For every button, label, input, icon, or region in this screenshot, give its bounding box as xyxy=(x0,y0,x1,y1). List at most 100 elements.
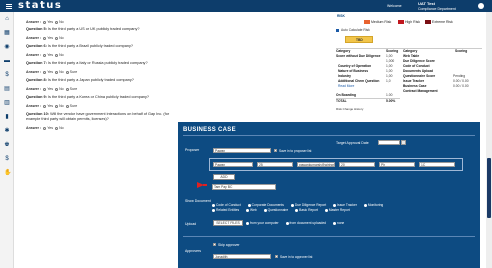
user-name[interactable]: UAT Test xyxy=(418,2,435,6)
select-files-button[interactable]: SELECT FILES xyxy=(213,220,243,226)
question-10-line-2: example third party will obtain permits,… xyxy=(26,117,109,121)
gear-icon[interactable]: ✱ xyxy=(4,128,10,134)
folder-icon[interactable]: ▬ xyxy=(4,58,10,64)
eye-icon[interactable]: ◉ xyxy=(4,44,10,50)
welcome-text: Welcome xyxy=(387,4,402,8)
legend-extreme-swatch xyxy=(425,20,431,24)
option-radio[interactable] xyxy=(333,203,337,207)
approver-select[interactable]: Jonadith xyxy=(213,254,271,259)
show-options-row-1: Code of Conduct Corporate Documents Due … xyxy=(212,203,389,207)
save-approver-checkbox[interactable] xyxy=(275,255,278,258)
approvers-label: Approvers xyxy=(185,249,201,253)
add-button[interactable]: ADD xyxy=(213,174,235,180)
option-radio[interactable] xyxy=(212,203,215,207)
proposer-label: Proposer xyxy=(185,148,200,152)
upload-radio[interactable] xyxy=(246,221,249,225)
option-radio[interactable] xyxy=(295,208,299,212)
radio-yes[interactable] xyxy=(43,53,47,57)
proposer-select[interactable]: Pawan xyxy=(213,148,271,153)
pointer-arrow-icon xyxy=(197,182,207,188)
legend-medium-swatch xyxy=(364,20,370,24)
question-9: Question 9: Is the third party a Korea o… xyxy=(26,95,150,99)
calendar-icon[interactable] xyxy=(401,140,406,145)
option-radio[interactable] xyxy=(247,203,251,207)
users-check-icon[interactable]: ♚ xyxy=(4,142,10,148)
radio-yes[interactable] xyxy=(43,36,47,40)
payer-select[interactable]: Tam Pay BC xyxy=(212,184,276,190)
risk-title: RISK xyxy=(337,14,345,18)
field-2[interactable]: 25 xyxy=(257,162,293,167)
menu-icon[interactable] xyxy=(6,4,12,9)
answer-row: Answer : Yes No xyxy=(26,126,64,130)
show-document-label: Show Document xyxy=(185,199,211,203)
chart-icon[interactable]: ▮ xyxy=(4,114,10,120)
radio-sure[interactable] xyxy=(65,87,69,91)
dollar-icon[interactable]: $ xyxy=(4,72,10,78)
radio-no[interactable] xyxy=(55,36,59,40)
radio-yes[interactable] xyxy=(43,87,47,91)
home-icon[interactable]: ⌂ xyxy=(4,16,10,22)
total-value: 5.00% xyxy=(386,99,396,103)
radio-no[interactable] xyxy=(55,104,59,108)
answer-row: Answer : Yes No Sure xyxy=(26,70,78,74)
grid-icon[interactable]: ▦ xyxy=(4,30,10,36)
score-row-label: Contract Management xyxy=(403,89,438,93)
radio-no[interactable] xyxy=(55,87,59,91)
radio-yes[interactable] xyxy=(43,104,47,108)
email-field[interactable]: pawankumarsh@wirings xyxy=(297,162,335,167)
radio-sure[interactable] xyxy=(65,70,69,74)
sidebar xyxy=(0,12,14,268)
skip-approver-checkbox[interactable] xyxy=(213,243,216,246)
total-label: TOTAL xyxy=(336,99,347,103)
option-radio[interactable] xyxy=(290,203,294,207)
divider xyxy=(183,135,475,136)
answer-row: Answer : Yes No xyxy=(26,36,64,40)
radio-no[interactable] xyxy=(55,53,59,57)
answer-row: Answer : Yes No xyxy=(26,20,64,24)
question-8: Question 8: Is the third party a Japan p… xyxy=(26,78,134,82)
dollar-list-icon[interactable]: $ xyxy=(4,156,10,162)
read-more-link[interactable]: Read More xyxy=(338,84,354,89)
upload-radio[interactable] xyxy=(285,221,289,225)
radio-yes[interactable] xyxy=(43,70,47,74)
answer-row: Answer : Yes No xyxy=(26,53,64,57)
building-icon[interactable]: ▥ xyxy=(4,100,10,106)
name-field[interactable]: Pawan xyxy=(213,162,253,167)
radio-no[interactable] xyxy=(55,20,59,24)
save-proposer-checkbox[interactable] xyxy=(274,149,277,152)
option-radio[interactable] xyxy=(246,208,250,212)
skip-approver-label: Skip approver xyxy=(218,243,240,247)
answer-row: Answer : Yes No Sure xyxy=(26,87,78,91)
scrollbar-thumb[interactable] xyxy=(487,158,491,218)
option-radio[interactable] xyxy=(263,208,267,212)
auto-calc-checkbox[interactable] xyxy=(336,29,339,32)
radio-sure[interactable] xyxy=(65,104,69,108)
risk-history-link[interactable]: Risk Change History xyxy=(336,107,363,112)
hand-icon[interactable]: ✋ xyxy=(4,170,11,176)
show-options-row-2: Related Entities Web Questionnaire Basic… xyxy=(212,208,356,212)
radio-no[interactable] xyxy=(55,70,59,74)
legend-medium: Medium Risk xyxy=(371,20,392,24)
option-radio[interactable] xyxy=(212,208,215,212)
save-proposer-label: Save in to proposer list xyxy=(279,149,312,153)
upload-radio[interactable] xyxy=(332,221,336,225)
radio-yes[interactable] xyxy=(43,20,47,24)
field-6[interactable]: 1C xyxy=(419,162,455,167)
question-6: Question 6: Is the third party a Brazil … xyxy=(26,44,134,48)
option-radio[interactable] xyxy=(363,203,367,207)
question-10: Question 10: Will the vendor have govern… xyxy=(26,112,170,116)
scrollbar-track[interactable] xyxy=(486,12,492,268)
radio-yes[interactable] xyxy=(43,126,47,130)
upload-label: Upload xyxy=(185,222,197,226)
field-4[interactable]: 20 xyxy=(339,162,375,167)
option-radio[interactable] xyxy=(324,208,328,212)
app-logo[interactable]: status xyxy=(18,1,78,11)
score-badge: TBD xyxy=(345,36,373,43)
radio-no[interactable] xyxy=(55,126,59,130)
avatar[interactable] xyxy=(478,3,484,9)
target-date-input[interactable] xyxy=(378,140,400,145)
question-7: Question 7: Is the third party a Italy o… xyxy=(26,61,148,65)
phone-field[interactable]: Ph xyxy=(379,162,415,167)
score-row-label: Score without Due Diligence xyxy=(336,54,381,58)
document-icon[interactable]: ▤ xyxy=(4,86,10,92)
